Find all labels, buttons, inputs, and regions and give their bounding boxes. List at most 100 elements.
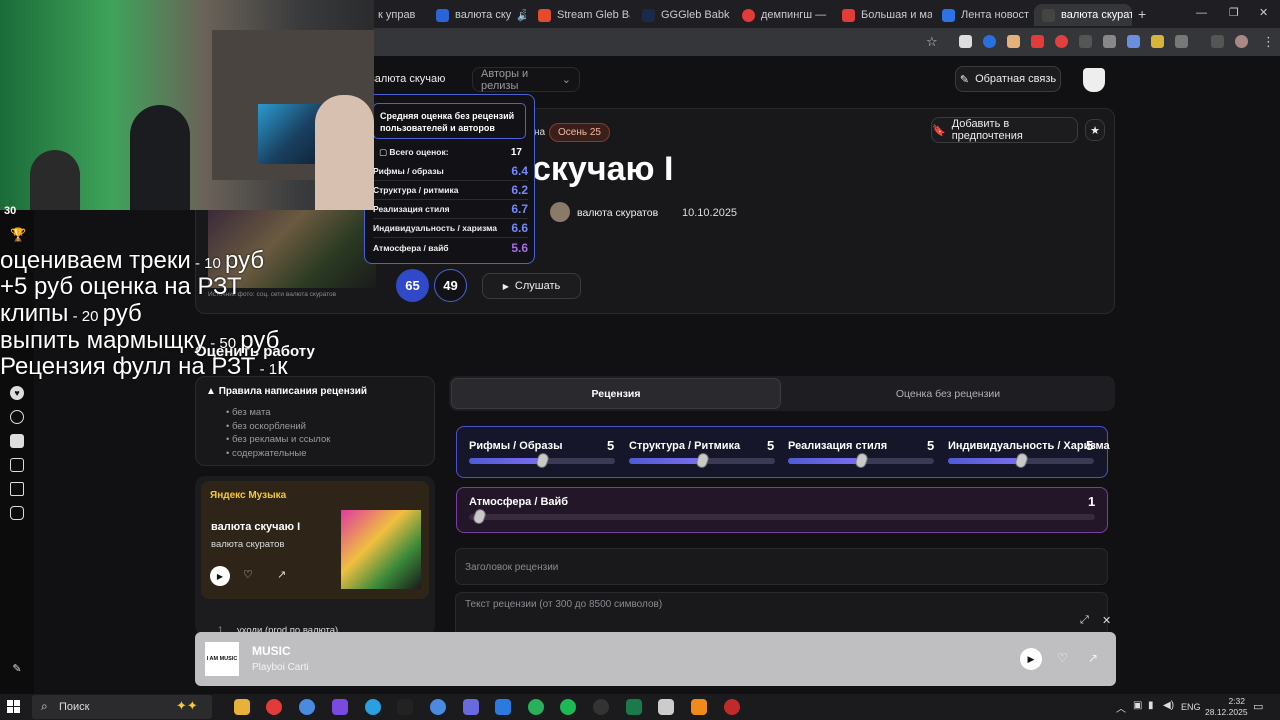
browser-tab[interactable]: Большая и ма✕	[834, 4, 932, 26]
message-icon[interactable]	[10, 482, 24, 496]
tooltip-row-label: Структура / ритмика	[373, 185, 459, 195]
release-date: 10.10.2025	[682, 207, 738, 219]
kebab-menu-icon[interactable]: ⋮	[1262, 34, 1275, 50]
vscode-icon[interactable]	[495, 699, 511, 715]
app-icon[interactable]	[463, 699, 479, 715]
language-indicator[interactable]: ENG	[1181, 702, 1201, 712]
site-logo[interactable]	[1083, 68, 1105, 92]
user-icon[interactable]	[10, 458, 24, 472]
extension-icon[interactable]	[1127, 35, 1140, 48]
avatar[interactable]	[1235, 35, 1248, 48]
browser-tab[interactable]: к управ	[370, 4, 420, 26]
browser-tab[interactable]: GGGleb Babki✕	[634, 4, 730, 26]
widget-track-title[interactable]: валюта скучаю I	[211, 521, 300, 533]
artist-name[interactable]: валюта скуратов	[577, 207, 658, 219]
browser-tab[interactable]: демпингш —✕	[734, 4, 830, 26]
app-icon[interactable]	[658, 699, 674, 715]
obs-icon[interactable]	[593, 699, 609, 715]
badge-icon[interactable]	[10, 434, 24, 448]
heart-icon[interactable]: ♥	[10, 386, 24, 400]
tooltip-row-label: Индивидуальность / харизма	[373, 223, 497, 233]
heart-icon[interactable]: ♡	[243, 568, 253, 581]
feedback-button[interactable]: ✎ Обратная связь	[955, 66, 1061, 92]
browser-tab[interactable]: валюта ску🔊✕	[428, 4, 526, 26]
no-review-score-badge[interactable]: 49	[434, 269, 467, 302]
close-window-icon[interactable]: ✕	[1259, 6, 1268, 19]
tab-search-icon[interactable]	[1211, 35, 1224, 48]
volume-icon[interactable]: ◀)	[1163, 700, 1174, 711]
chrome-icon[interactable]	[430, 699, 446, 715]
bookmark-star-icon[interactable]: ☆	[926, 34, 938, 50]
tray-icon[interactable]: ▣	[1133, 700, 1142, 711]
favorite-star-button[interactable]: ★	[1085, 119, 1105, 141]
trophy-icon[interactable]: 🏆	[10, 228, 26, 242]
puzzle-icon[interactable]	[1175, 35, 1188, 48]
browser-tab-active[interactable]: валюта скурат✕	[1034, 4, 1132, 26]
share-icon[interactable]: ↗	[277, 568, 286, 581]
widget-artist[interactable]: валюта скуратов	[211, 539, 284, 550]
telegram-icon[interactable]	[365, 699, 381, 715]
chat-icon[interactable]	[10, 410, 24, 424]
tab-no-review[interactable]: Оценка без рецензии	[783, 378, 1113, 409]
tooltip-row: Реализация стиля 6.7	[373, 200, 528, 219]
player-cover: I AM MUSIC	[205, 642, 239, 676]
minimize-icon[interactable]: —	[1196, 7, 1207, 19]
vlc-icon[interactable]	[691, 699, 707, 715]
vibe-slider-track[interactable]	[469, 514, 1095, 520]
extension-icon[interactable]	[1151, 35, 1164, 48]
extension-icon[interactable]	[959, 35, 972, 48]
expand-icon[interactable]: ⤢	[1080, 614, 1089, 627]
clock[interactable]: 2:32 28.12.2025	[1205, 696, 1248, 718]
star-icon: ★	[1090, 124, 1100, 137]
listen-button[interactable]: ▶ Слушать	[482, 273, 581, 299]
overlay-text: выпить мармыщку	[0, 327, 207, 354]
spotify-icon[interactable]	[560, 699, 576, 715]
close-icon[interactable]: ✕	[1102, 614, 1111, 627]
yandex-browser-icon[interactable]	[266, 699, 282, 715]
chrome-icon[interactable]	[299, 699, 315, 715]
extension-icon[interactable]	[1031, 35, 1044, 48]
main-score-badge[interactable]: 65	[396, 269, 429, 302]
extension-icon[interactable]	[1055, 35, 1068, 48]
widget-play-button[interactable]: ▶	[210, 566, 230, 586]
player-artist[interactable]: Playboi Carti	[252, 662, 309, 673]
artist-avatar[interactable]	[550, 202, 570, 222]
review-title-input[interactable]: Заголовок рецензии	[455, 548, 1108, 585]
app-icon[interactable]	[724, 699, 740, 715]
file-explorer-icon[interactable]	[234, 699, 250, 715]
browser-tab[interactable]: Лента новост✕	[934, 4, 1032, 26]
pencil-icon[interactable]: ✎	[10, 662, 24, 676]
extension-icon[interactable]	[1079, 35, 1092, 48]
microphone-icon[interactable]: ▮	[1148, 700, 1154, 711]
add-preference-button[interactable]: 🔖 Добавить в предпочтения	[931, 117, 1078, 143]
tab-review[interactable]: Рецензия	[451, 378, 781, 409]
music-icon[interactable]	[10, 506, 24, 520]
restore-icon[interactable]: ❐	[1229, 6, 1239, 19]
player-play-button[interactable]: ▶	[1020, 648, 1042, 670]
app-icon[interactable]	[397, 699, 413, 715]
browser-tab[interactable]: Stream Gleb Ba✕	[530, 4, 630, 26]
share-icon[interactable]: ↗	[1088, 651, 1098, 665]
yandex-music-brand[interactable]: Яндекс Музыка	[210, 490, 286, 501]
extension-icon[interactable]	[1103, 35, 1116, 48]
authors-releases-dropdown[interactable]: Авторы и релизы ⌄	[472, 67, 580, 92]
overlay-unit: руб	[224, 247, 265, 274]
tooltip-row: Структура / ритмика 6.2	[373, 181, 528, 200]
extension-icon[interactable]	[1007, 35, 1020, 48]
app-icon[interactable]	[626, 699, 642, 715]
notification-icon[interactable]: ▭	[1253, 700, 1263, 713]
taskbar-search[interactable]: ⌕ Поиск ✦✦	[32, 695, 212, 719]
tab-label: GGGleb Babki	[661, 9, 730, 21]
app-icon[interactable]	[528, 699, 544, 715]
new-tab-button[interactable]: +	[1138, 6, 1146, 22]
windows-start-icon[interactable]	[7, 700, 20, 713]
app-icon[interactable]	[332, 699, 348, 715]
heart-icon[interactable]: ♡	[1057, 651, 1068, 665]
tab-label: демпингш —	[761, 9, 827, 21]
breadcrumb[interactable]: валюта скучаю	[369, 73, 445, 85]
tray-chevron-icon[interactable]: ︿	[1116, 700, 1126, 715]
feedback-label: Обратная связь	[975, 73, 1057, 85]
listen-label: Слушать	[514, 280, 561, 292]
extension-icon[interactable]	[983, 35, 996, 48]
player-title[interactable]: MUSIC	[252, 644, 291, 658]
